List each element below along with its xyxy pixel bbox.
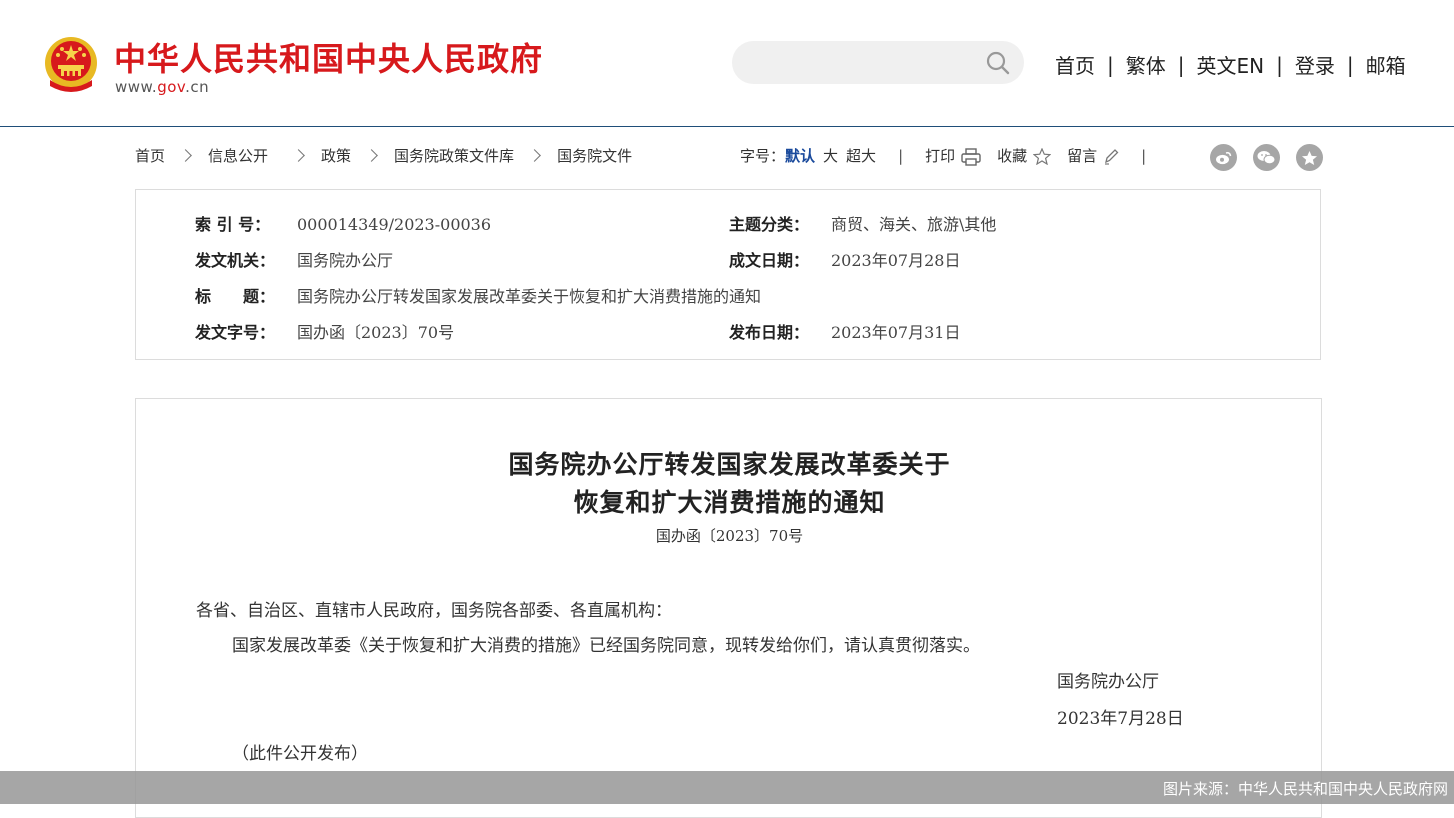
- image-source-bar: 图片来源：中华人民共和国中央人民政府网: [0, 771, 1454, 804]
- font-size-large[interactable]: 大: [823, 145, 838, 166]
- title-row: 标 题： 国务院办公厅转发国家发展改革委关于恢复和扩大消费措施的通知: [195, 283, 761, 307]
- pencil-icon: [1105, 149, 1119, 165]
- date-written-value: 2023年07月28日: [831, 251, 961, 270]
- nav-traditional[interactable]: 繁体: [1126, 50, 1166, 79]
- nav-login[interactable]: 登录: [1295, 50, 1335, 79]
- publish-date-label: 发布日期：: [729, 323, 810, 342]
- nav-separator: |: [1177, 52, 1185, 77]
- document-number: 国办函〔2023〕70号: [655, 527, 804, 545]
- site-url-brand: gov: [157, 78, 186, 96]
- nav-separator: |: [1276, 52, 1283, 77]
- chevron-right-icon: [365, 149, 378, 162]
- weibo-icon[interactable]: [1210, 144, 1237, 171]
- doc-number-row: 发文字号： 国办函〔2023〕70号: [195, 319, 454, 343]
- index-number-label: 索 引 号：: [195, 215, 271, 234]
- search-input[interactable]: [750, 41, 984, 86]
- wechat-icon[interactable]: [1253, 144, 1280, 171]
- search-icon[interactable]: [986, 51, 1010, 75]
- doc-number-value: 国办函〔2023〕70号: [297, 323, 455, 342]
- publish-date-row: 发布日期： 2023年07月31日: [729, 319, 960, 343]
- issuer-label: 发文机关：: [195, 251, 276, 270]
- site-url-suffix: .cn: [185, 78, 210, 96]
- document-date: 2023年7月28日: [1057, 709, 1184, 729]
- star-icon: [1032, 147, 1052, 166]
- print-button[interactable]: 打印: [925, 145, 981, 166]
- breadcrumb-policy-library[interactable]: 国务院政策文件库: [394, 145, 514, 166]
- doc-number-label: 发文字号：: [195, 323, 276, 342]
- font-size-default[interactable]: 默认: [785, 145, 815, 166]
- top-nav: 首页 | 繁体 | 英文EN | 登录 | 邮箱: [1055, 50, 1406, 79]
- font-size-xlarge[interactable]: 超大: [846, 145, 876, 166]
- document-salutation: 各省、自治区、直辖市人民政府，国务院各部委、各直属机构：: [196, 601, 672, 621]
- document-body-box: 国务院办公厅转发国家发展改革委关于 恢复和扩大消费措施的通知 国办函〔2023〕…: [135, 398, 1322, 818]
- site-title[interactable]: 中华人民共和国中央人民政府: [114, 34, 543, 80]
- nav-home[interactable]: 首页: [1055, 50, 1095, 79]
- favorite-button[interactable]: 收藏: [997, 145, 1052, 166]
- font-size-label: 字号：: [740, 147, 786, 165]
- title-value: 国务院办公厅转发国家发展改革委关于恢复和扩大消费措施的通知: [297, 287, 762, 306]
- site-url[interactable]: www.gov.cn: [115, 78, 209, 96]
- document-info-box: 索 引 号： 000014349/2023-00036 主题分类： 商贸、海关、旅游…: [135, 189, 1321, 360]
- nav-english[interactable]: 英文EN: [1197, 50, 1265, 79]
- chevron-right-icon: [179, 149, 192, 162]
- document-public-note: （此件公开发布）: [232, 744, 368, 764]
- national-emblem-icon[interactable]: [42, 36, 100, 94]
- issuer-row: 发文机关： 国务院办公厅: [195, 247, 393, 271]
- site-header: 中华人民共和国中央人民政府 www.gov.cn 首页 | 繁体 | 英文EN …: [0, 0, 1454, 127]
- publish-date-value: 2023年07月31日: [831, 323, 961, 342]
- nav-separator: |: [1107, 52, 1114, 77]
- search-box: [732, 41, 1024, 86]
- comment-label: 留言: [1067, 147, 1098, 165]
- breadcrumb: 首页 信息公开 政策 国务院政策文件库 国务院文件: [135, 145, 632, 166]
- breadcrumb-home[interactable]: 首页: [135, 145, 165, 166]
- breadcrumb-info-disclosure[interactable]: 信息公开: [208, 145, 268, 166]
- index-number-value: 000014349/2023-00036: [297, 215, 492, 234]
- site-url-prefix: www.: [115, 78, 158, 96]
- document-body-paragraph: 国家发展改革委《关于恢复和扩大消费的措施》已经国务院同意，现转发给你们，请认真贯…: [232, 636, 980, 656]
- document-title-line1: 国务院办公厅转发国家发展改革委关于: [508, 450, 951, 479]
- title-label: 标 题：: [195, 287, 276, 306]
- index-number-row: 索 引 号： 000014349/2023-00036: [195, 211, 491, 235]
- nav-separator: |: [1346, 52, 1354, 77]
- chevron-right-icon: [528, 149, 541, 162]
- chevron-right-icon: [292, 149, 305, 162]
- breadcrumb-state-council-docs[interactable]: 国务院文件: [557, 145, 632, 166]
- document-signature: 国务院办公厅: [1057, 672, 1159, 692]
- tools-separator: |: [1141, 146, 1147, 165]
- document-title-line2: 恢复和扩大消费措施的通知: [573, 488, 886, 517]
- tools-separator: |: [898, 146, 904, 165]
- date-written-row: 成文日期： 2023年07月28日: [729, 247, 960, 271]
- image-source-caption: 图片来源：中华人民共和国中央人民政府网: [1162, 780, 1448, 798]
- share-icons: [1210, 144, 1339, 171]
- print-label: 打印: [925, 147, 956, 165]
- nav-mail[interactable]: 邮箱: [1366, 50, 1406, 79]
- print-icon: [961, 147, 981, 166]
- favorite-label: 收藏: [997, 147, 1028, 165]
- topic-row: 主题分类： 商贸、海关、旅游\其他: [729, 211, 996, 235]
- topic-label: 主题分类：: [729, 215, 810, 234]
- date-written-label: 成文日期：: [729, 251, 810, 270]
- topic-value: 商贸、海关、旅游\其他: [831, 215, 997, 234]
- favorite-star-icon[interactable]: [1296, 144, 1323, 171]
- page-tools: 字号： 默认 大 超大 | 打印 收藏 留言 |: [740, 145, 1168, 166]
- breadcrumb-policy[interactable]: 政策: [321, 145, 351, 166]
- comment-button[interactable]: 留言: [1067, 145, 1119, 166]
- issuer-value: 国务院办公厅: [297, 251, 394, 270]
